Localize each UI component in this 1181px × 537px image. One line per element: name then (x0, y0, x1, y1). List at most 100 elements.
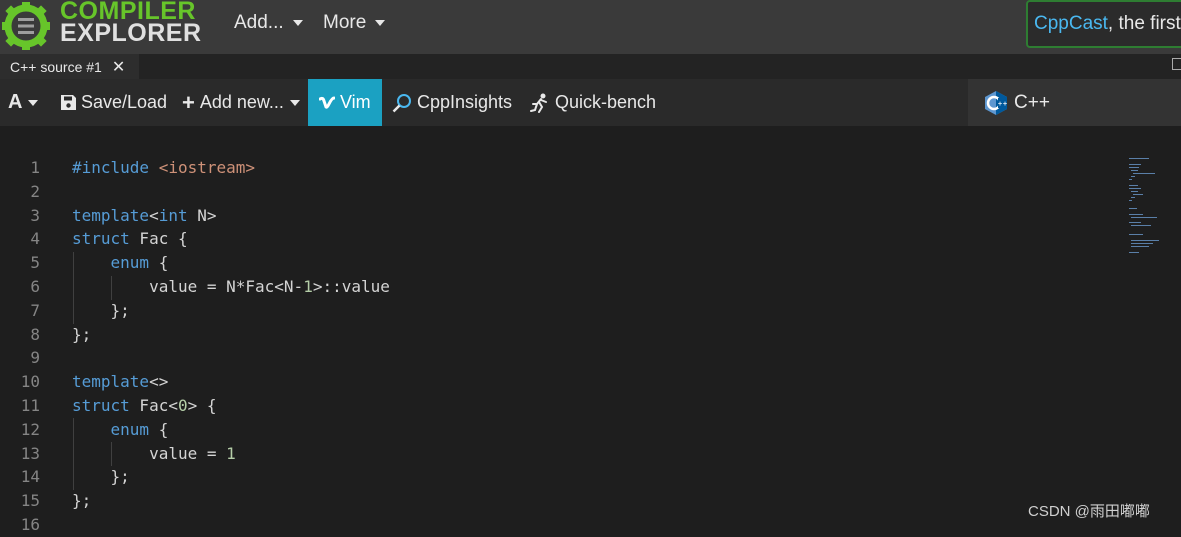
code-line: 15}; (0, 489, 1125, 513)
line-code: template<> (72, 370, 168, 394)
code-line: 5 enum { (0, 251, 1125, 275)
code-token: <> (149, 372, 169, 392)
line-code: }; (72, 465, 130, 489)
line-number: 11 (20, 396, 40, 415)
add-menu-label: Add... (234, 12, 284, 33)
code-token: Fac { (129, 229, 188, 249)
more-menu[interactable]: More (323, 11, 386, 35)
code-token: enum (110, 253, 150, 273)
line-code: }; (72, 489, 91, 513)
line-code: }; (72, 323, 91, 347)
magnifier-icon (392, 93, 411, 112)
code-token: value = N*Fac<N- (72, 277, 304, 296)
line-code: struct Fac { (72, 227, 188, 251)
tab-label: C++ source #1 (10, 58, 102, 75)
code-token: template (72, 372, 150, 392)
quick-bench-button[interactable]: Quick-bench (530, 79, 656, 126)
code-token: #include (72, 158, 159, 177)
font-icon: A (8, 91, 23, 113)
news-link[interactable]: CppCast (1034, 13, 1108, 34)
line-code: enum { (72, 418, 169, 442)
watermark: CSDN @雨田嘟嘟 (1028, 503, 1150, 520)
code-line: 11 struct Fac<0> { (0, 394, 1125, 418)
code-token: }; (72, 467, 130, 487)
chevron-down-icon (289, 99, 300, 106)
code-token: Fac< (129, 396, 178, 415)
code-line: 4 struct Fac { (0, 227, 1125, 251)
code-line: 13 value = 1 (0, 442, 1125, 466)
line-number: 9 (30, 348, 40, 368)
add-menu[interactable]: Add... (234, 11, 303, 35)
line-number: 4 (30, 229, 40, 249)
line-number: 15 (20, 491, 40, 511)
line-code: template<int N> (72, 204, 217, 228)
logo-text: COMPILER EXPLORER (60, 0, 202, 47)
code-token: int (158, 205, 188, 225)
line-code: value = N*Fac<N-1>::value (72, 275, 390, 299)
code-token: > { (187, 396, 217, 415)
line-code: enum { (72, 251, 169, 275)
top-navbar: COMPILER EXPLORER Add... More CppCast, t… (0, 0, 1181, 54)
chevron-down-icon (28, 99, 39, 106)
close-icon[interactable]: ✕ (112, 57, 125, 77)
line-number: 12 (20, 419, 40, 439)
code-line: 10 template<> (0, 370, 1125, 394)
plus-icon: + (182, 89, 195, 115)
line-number: 1 (30, 158, 40, 177)
font-size-button[interactable]: A (8, 79, 39, 126)
code-token: 1 (226, 443, 236, 463)
code-token: value = (72, 443, 227, 463)
code-token: struct (72, 396, 130, 415)
code-token: enum (110, 419, 150, 439)
line-number: 13 (20, 443, 40, 463)
add-new-button[interactable]: + Add new... (182, 79, 300, 126)
news-text: , the first (1107, 13, 1181, 34)
line-number: 8 (30, 324, 40, 344)
indent-guide (73, 252, 74, 324)
code-token: template (72, 205, 150, 225)
code-line: 8}; (0, 323, 1125, 347)
code-token: struct (72, 229, 130, 249)
code-token: <iostream> (158, 158, 256, 177)
code-token: < (149, 205, 159, 225)
news-banner: CppCast, the first (1026, 0, 1181, 48)
code-line: 16 (0, 513, 1125, 537)
quick-bench-label: Quick-bench (555, 92, 657, 112)
code-line: 2 (0, 180, 1125, 204)
runner-icon (530, 93, 547, 113)
compiler-explorer-logo[interactable]: COMPILER EXPLORER (0, 0, 205, 50)
cppinsights-button[interactable]: CppInsights (392, 79, 512, 126)
editor-tab-strip: C++ source #1 ✕ (0, 54, 1181, 79)
cpp-logo-icon: ++ (985, 90, 1008, 115)
line-code: #include <iostream> (72, 156, 255, 180)
code-token: }; (72, 324, 92, 344)
line-code: struct Fac<0> { (72, 394, 217, 418)
svg-text:++: ++ (998, 100, 1008, 107)
maximize-icon[interactable] (1172, 58, 1181, 70)
save-load-button[interactable]: Save/Load (61, 79, 167, 126)
code-line: 7 }; (0, 299, 1125, 323)
code-line: 3 template<int N> (0, 204, 1125, 228)
more-menu-label: More (323, 12, 367, 33)
line-number: 5 (30, 253, 40, 273)
line-code: value = 1 (72, 442, 236, 466)
chevron-down-icon (292, 20, 303, 26)
cppinsights-label: CppInsights (417, 92, 513, 112)
tab-cpp-source[interactable]: C++ source #1 ✕ (0, 54, 139, 79)
code-line: 9 (0, 346, 1125, 370)
code-token: 0 (177, 396, 188, 415)
logo-line-2: EXPLORER (60, 19, 202, 47)
code-line: 14 }; (0, 465, 1125, 489)
code-token: 1 (303, 277, 313, 296)
vim-mode-button[interactable]: Vim (308, 79, 382, 126)
add-new-label: Add new... (199, 92, 284, 112)
language-label: C++ (1014, 91, 1050, 113)
chevron-down-icon (375, 20, 386, 26)
minimap[interactable] (1127, 156, 1181, 256)
language-selector[interactable]: ++ C++ (968, 79, 1181, 126)
code-editor[interactable]: 1 #include <iostream> 2 3 template<int N> 4st… (0, 126, 1181, 534)
vim-label: Vim (340, 92, 371, 112)
gear-logo-icon (2, 2, 50, 50)
